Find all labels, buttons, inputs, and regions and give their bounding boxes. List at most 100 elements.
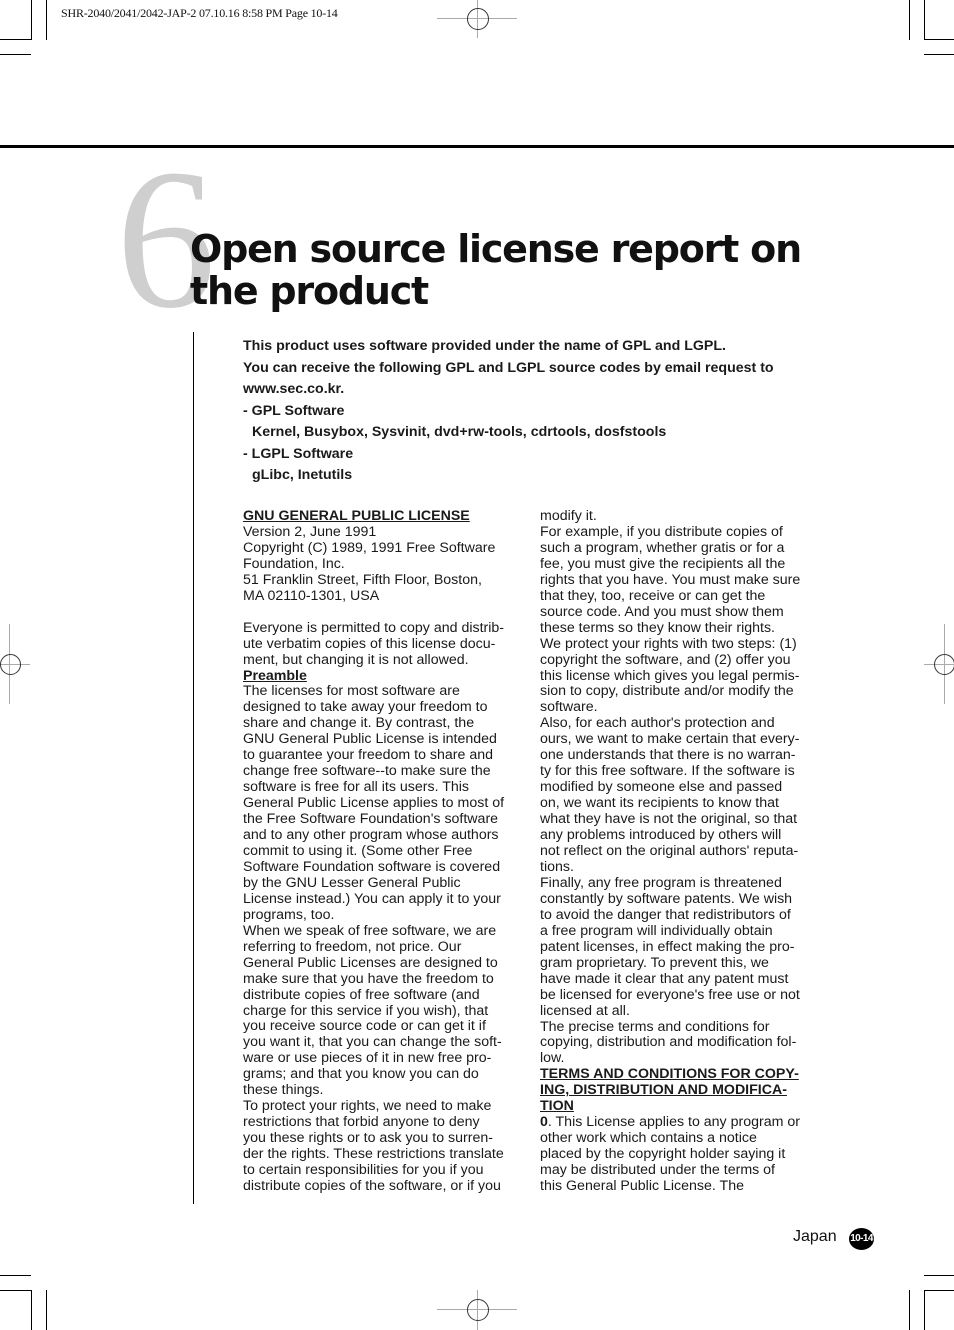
clause-number: 0: [540, 1114, 548, 1131]
text-line: these terms so they know their rights.: [540, 619, 775, 636]
text-line: When we speak of free software, we are: [243, 922, 497, 939]
registration-mark-bottom: [437, 1290, 517, 1330]
text-line: ty for this free software. If the softwa…: [540, 763, 795, 780]
text-line: We protect your rights with two steps: (…: [540, 635, 797, 652]
text-line: constantly by software patents. We wish: [540, 890, 793, 907]
text-line: the Free Software Foundation's software: [243, 811, 499, 828]
text-line: Also, for each author's protection and: [540, 715, 775, 732]
license-version-line: 51 Franklin Street, Fifth Floor, Boston,: [243, 571, 482, 588]
text-line: ware or use pieces of it in new free pro…: [243, 1050, 492, 1067]
print-slug: SHR-2040/2041/2042-JAP-2 07.10.16 8:58 P…: [61, 6, 338, 20]
text-line: software is free for all its users. This: [243, 779, 470, 796]
crop-mark: [31, 0, 32, 40]
intro-line: www.sec.co.kr.: [243, 381, 345, 397]
text-line: Finally, any free program is threatened: [540, 874, 782, 891]
text-line: any problems introduced by others will: [540, 827, 782, 844]
margin-rule: [193, 332, 194, 1204]
license-version-line: MA 02110-1301, USA: [243, 587, 380, 604]
text-line: to avoid the danger that redistributors …: [540, 906, 791, 923]
text-line: General Public License applies to most o…: [243, 795, 505, 812]
text-line: designed to take away your freedom to: [243, 699, 488, 716]
text-line: The licenses for most software are: [243, 683, 460, 700]
text-line: change free software--to make sure the: [243, 763, 491, 780]
text-line: what they have is not the original, so t…: [540, 811, 798, 828]
text-line: you these rights or to ask you to surren…: [243, 1130, 493, 1147]
license-column-2: modify it. For example, if you distribute…: [540, 508, 825, 1195]
text-line: software.: [540, 699, 598, 716]
registration-mark-right: [924, 624, 954, 706]
text-line: may be distributed under the terms of: [540, 1162, 776, 1179]
license-notice-line: ment, but changing it is not allowed.: [243, 651, 469, 668]
crop-mark: [924, 1290, 925, 1330]
text-line: restrictions that forbid anyone to deny: [243, 1114, 480, 1131]
crop-mark: [924, 1275, 954, 1276]
text-line: be licensed for everyone's free use or n…: [540, 986, 800, 1003]
crop-mark: [924, 39, 954, 40]
terms-heading-line: ING, DISTRIBUTION AND MODIFICA-: [540, 1082, 787, 1099]
registration-mark-top: [437, 0, 517, 40]
crop-mark: [924, 0, 925, 40]
title-line: Open source license report on: [190, 227, 802, 271]
text-line: this General Public License. The: [540, 1178, 744, 1195]
text-line: der the rights. These restrictions trans…: [243, 1146, 504, 1163]
text-line: other work which contains a notice: [540, 1130, 757, 1147]
text-line: For example, if you distribute copies of: [540, 523, 783, 540]
text-line: sion to copy, distribute and/or modify t…: [540, 683, 794, 700]
clause-0-first-line: 0. This License applies to any program o…: [540, 1114, 825, 1131]
intro-gpl-label: - GPL Software: [243, 402, 345, 419]
text-line: licensed at all.: [540, 1002, 630, 1019]
text-line: you receive source code or can get it if: [243, 1018, 486, 1035]
text-line: not reflect on the original authors' rep…: [540, 843, 799, 860]
registration-mark-left: [0, 624, 30, 706]
text-line: modify it.: [540, 508, 597, 524]
text-line: source code. And you must show them: [540, 603, 784, 620]
text-line: share and change it. By contrast, the: [243, 715, 475, 732]
intro-gpl-list: Kernel, Busybox, Sysvinit, dvd+rw-tools,…: [252, 424, 667, 440]
text-line: GNU General Public License is intended: [243, 731, 497, 748]
text-line: that they, too, receive or can get the: [540, 587, 766, 604]
text-line: commit to using it. (Some other Free: [243, 843, 473, 859]
text-line: Software Foundation software is covered: [243, 858, 501, 875]
text-line: distribute copies of free software (and: [243, 986, 480, 1003]
crop-mark: [31, 1290, 32, 1330]
clause-text: . This License applies to any program or: [547, 1114, 800, 1131]
text-line: programs, too.: [243, 906, 335, 923]
preamble-heading: Preamble: [243, 667, 307, 684]
text-line: fee, you must give the recipients all th…: [540, 555, 786, 572]
text-line: gram proprietary. To prevent this, we: [540, 954, 769, 971]
text-line: To protect your rights, we need to make: [243, 1098, 492, 1115]
crop-mark: [46, 1290, 47, 1330]
license-column-1: GNU GENERAL PUBLIC LICENSE Version 2, Ju…: [243, 508, 528, 1195]
license-heading: GNU GENERAL PUBLIC LICENSE: [243, 508, 470, 524]
text-line: on, we want its recipients to know that: [540, 795, 779, 812]
page-title: Open source license report on the produc…: [190, 227, 802, 313]
text-line: this license which gives you legal permi…: [540, 667, 800, 684]
text-line: patent licenses, in effect making the pr…: [540, 938, 795, 955]
license-version-line: Copyright (C) 1989, 1991 Free Software: [243, 539, 496, 556]
text-line: referring to freedom, not price. Our: [243, 938, 462, 955]
text-line: ours, we want to make certain that every…: [540, 731, 800, 748]
title-line: the product: [190, 269, 429, 313]
text-line: have made it clear that any patent must: [540, 970, 789, 987]
crop-mark: [0, 1275, 31, 1276]
text-line: by the GNU Lesser General Public: [243, 874, 461, 891]
text-line: to guarantee your freedom to share and: [243, 747, 494, 764]
text-line: and to any other program whose authors: [243, 827, 499, 844]
license-version-line: Foundation, Inc.: [243, 555, 345, 572]
page-number-badge: 10-14: [849, 1228, 874, 1250]
text-line: The precise terms and conditions for: [540, 1018, 770, 1035]
text-line: you want it, that you can change the sof…: [243, 1034, 502, 1051]
text-line: modified by someone else and passed: [540, 779, 783, 796]
text-line: rights that you have. You must make sure: [540, 571, 801, 588]
text-line: a free program will individually obtain: [540, 922, 773, 939]
crop-mark: [0, 54, 31, 55]
crop-mark: [0, 39, 31, 40]
text-line: General Public Licenses are designed to: [243, 954, 498, 971]
text-line: these things.: [243, 1082, 324, 1099]
crop-mark: [909, 1290, 910, 1330]
crop-mark: [46, 0, 47, 40]
crop-mark: [924, 1290, 954, 1291]
text-line: grams; and that you know you can do: [243, 1066, 479, 1083]
intro-block: This product uses software provided unde…: [243, 336, 774, 487]
